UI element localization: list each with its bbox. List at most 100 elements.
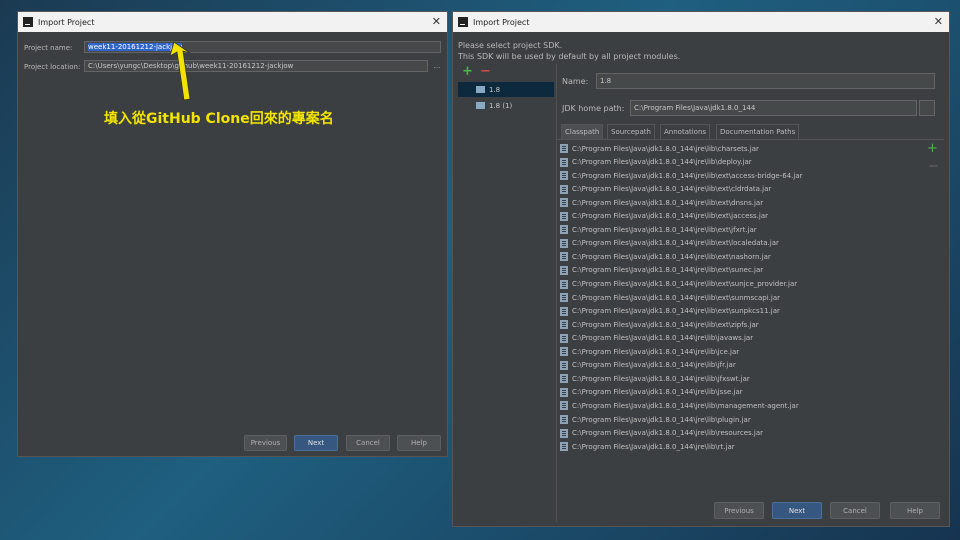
jar-icon xyxy=(560,347,568,357)
classpath-path: C:\Program Files\Java\jdk1.8.0_144\jre\l… xyxy=(572,266,764,275)
left-help-button[interactable]: Help xyxy=(397,435,441,451)
project-location-label: Project location: xyxy=(24,63,81,71)
remove-classpath-icon[interactable]: − xyxy=(928,159,939,174)
classpath-path: C:\Program Files\Java\jdk1.8.0_144\jre\l… xyxy=(572,429,763,438)
classpath-path: C:\Program Files\Java\jdk1.8.0_144\jre\l… xyxy=(572,252,771,261)
project-name-label: Project name: xyxy=(24,44,73,52)
sdk-list-label: 1.8 (1) xyxy=(489,101,513,110)
classpath-item[interactable]: C:\Program Files\Java\jdk1.8.0_144\jre\l… xyxy=(560,440,735,453)
jar-icon xyxy=(560,279,568,289)
annotation-arrow-icon xyxy=(169,41,191,101)
sdk-instruction-line2: This SDK will be used by default by all … xyxy=(458,52,681,61)
folder-icon xyxy=(476,102,485,109)
right-help-button[interactable]: Help xyxy=(890,502,940,519)
classpath-path: C:\Program Files\Java\jdk1.8.0_144\jre\l… xyxy=(572,347,740,356)
right-previous-button[interactable]: Previous xyxy=(714,502,764,519)
classpath-item[interactable]: C:\Program Files\Java\jdk1.8.0_144\jre\l… xyxy=(560,413,751,426)
jar-icon xyxy=(560,252,568,262)
classpath-item[interactable]: C:\Program Files\Java\jdk1.8.0_144\jre\l… xyxy=(560,278,797,291)
right-title-bar: Import Project ✕ xyxy=(453,12,949,32)
tab-classpath[interactable]: Classpath xyxy=(561,124,604,139)
jar-icon xyxy=(560,360,568,370)
classpath-item[interactable]: C:\Program Files\Java\jdk1.8.0_144\jre\l… xyxy=(560,142,759,155)
classpath-path: C:\Program Files\Java\jdk1.8.0_144\jre\l… xyxy=(572,307,780,316)
classpath-item[interactable]: C:\Program Files\Java\jdk1.8.0_144\jre\l… xyxy=(560,183,771,196)
classpath-item[interactable]: C:\Program Files\Java\jdk1.8.0_144\jre\l… xyxy=(560,399,799,412)
project-location-input[interactable]: C:\Users\yungc\Desktop\github\week11-201… xyxy=(84,60,428,72)
classpath-item[interactable]: C:\Program Files\Java\jdk1.8.0_144\jre\l… xyxy=(560,345,739,358)
classpath-path: C:\Program Files\Java\jdk1.8.0_144\jre\l… xyxy=(572,185,772,194)
left-title-bar: Import Project ✕ xyxy=(18,12,447,32)
tab-sourcepath[interactable]: Sourcepath xyxy=(607,124,655,139)
left-cancel-button[interactable]: Cancel xyxy=(346,435,390,451)
remove-sdk-icon[interactable]: − xyxy=(480,64,491,79)
classpath-item[interactable]: C:\Program Files\Java\jdk1.8.0_144\jre\l… xyxy=(560,372,750,385)
classpath-path: C:\Program Files\Java\jdk1.8.0_144\jre\l… xyxy=(572,374,750,383)
classpath-path: C:\Program Files\Java\jdk1.8.0_144\jre\l… xyxy=(572,334,754,343)
jar-icon xyxy=(560,157,568,167)
sdk-list-label: 1.8 xyxy=(489,85,501,94)
jar-icon xyxy=(560,198,568,208)
classpath-item[interactable]: C:\Program Files\Java\jdk1.8.0_144\jre\l… xyxy=(560,359,736,372)
classpath-item[interactable]: C:\Program Files\Java\jdk1.8.0_144\jre\l… xyxy=(560,196,763,209)
classpath-item[interactable]: C:\Program Files\Java\jdk1.8.0_144\jre\l… xyxy=(560,318,759,331)
sdk-list-item[interactable]: 1.8 (1) xyxy=(458,98,554,113)
jdk-browse-button[interactable] xyxy=(919,100,935,116)
folder-icon xyxy=(476,86,485,93)
classpath-item[interactable]: C:\Program Files\Java\jdk1.8.0_144\jre\l… xyxy=(560,250,771,263)
jar-icon xyxy=(560,374,568,384)
classpath-item[interactable]: C:\Program Files\Java\jdk1.8.0_144\jre\l… xyxy=(560,264,763,277)
sdk-instruction-line1: Please select project SDK. xyxy=(458,41,563,50)
classpath-item[interactable]: C:\Program Files\Java\jdk1.8.0_144\jre\l… xyxy=(560,210,768,223)
right-dialog-title: Import Project xyxy=(473,17,530,27)
classpath-item[interactable]: C:\Program Files\Java\jdk1.8.0_144\jre\l… xyxy=(560,386,743,399)
classpath-item[interactable]: C:\Program Files\Java\jdk1.8.0_144\jre\l… xyxy=(560,427,763,440)
classpath-item[interactable]: C:\Program Files\Java\jdk1.8.0_144\jre\l… xyxy=(560,332,753,345)
add-sdk-icon[interactable]: + xyxy=(462,64,473,79)
jar-icon xyxy=(560,265,568,275)
intellij-logo-icon xyxy=(23,17,33,27)
classpath-item[interactable]: C:\Program Files\Java\jdk1.8.0_144\jre\l… xyxy=(560,237,779,250)
tab-documentation-paths[interactable]: Documentation Paths xyxy=(716,124,800,139)
classpath-path: C:\Program Files\Java\jdk1.8.0_144\jre\l… xyxy=(572,320,759,329)
jar-icon xyxy=(560,320,568,330)
left-previous-button[interactable]: Previous xyxy=(244,435,287,451)
right-next-button[interactable]: Next xyxy=(772,502,822,519)
project-name-input[interactable]: week11-20161212-jackjow xyxy=(84,41,441,53)
jar-icon xyxy=(560,171,568,181)
sdk-name-input[interactable]: 1.8 xyxy=(596,73,935,89)
right-cancel-button[interactable]: Cancel xyxy=(830,502,880,519)
browse-button[interactable]: ... xyxy=(430,60,444,72)
jar-icon xyxy=(560,184,568,194)
annotation-text: 填入從GitHub Clone回來的專案名 xyxy=(104,111,334,127)
classpath-item[interactable]: C:\Program Files\Java\jdk1.8.0_144\jre\l… xyxy=(560,223,757,236)
tab-annotations[interactable]: Annotations xyxy=(660,124,711,139)
jdk-home-path-input[interactable]: C:\Program Files\Java\jdk1.8.0_144 xyxy=(630,100,917,116)
add-classpath-icon[interactable]: + xyxy=(927,141,938,156)
jar-icon xyxy=(560,428,568,438)
jar-icon xyxy=(560,293,568,303)
classpath-path: C:\Program Files\Java\jdk1.8.0_144\jre\l… xyxy=(572,361,736,370)
intellij-logo-icon xyxy=(458,17,468,27)
classpath-path: C:\Program Files\Java\jdk1.8.0_144\jre\l… xyxy=(572,171,803,180)
left-import-dialog: Import Project ✕ xyxy=(17,11,448,457)
left-dialog-title: Import Project xyxy=(38,17,95,27)
classpath-path: C:\Program Files\Java\jdk1.8.0_144\jre\l… xyxy=(572,293,781,302)
classpath-item[interactable]: C:\Program Files\Java\jdk1.8.0_144\jre\l… xyxy=(560,291,780,304)
classpath-path: C:\Program Files\Java\jdk1.8.0_144\jre\l… xyxy=(572,198,764,207)
jdk-home-path-label: JDK home path: xyxy=(562,104,625,113)
close-icon[interactable]: ✕ xyxy=(432,15,441,28)
classpath-item[interactable]: C:\Program Files\Java\jdk1.8.0_144\jre\l… xyxy=(560,156,752,169)
sdk-list-item[interactable]: 1.8 xyxy=(458,82,554,97)
jar-icon xyxy=(560,401,568,411)
close-icon[interactable]: ✕ xyxy=(934,15,943,28)
classpath-path: C:\Program Files\Java\jdk1.8.0_144\jre\l… xyxy=(572,239,779,248)
classpath-item[interactable]: C:\Program Files\Java\jdk1.8.0_144\jre\l… xyxy=(560,305,780,318)
sdk-name-label: Name: xyxy=(562,77,589,86)
jar-icon xyxy=(560,387,568,397)
jar-icon xyxy=(560,306,568,316)
classpath-path: C:\Program Files\Java\jdk1.8.0_144\jre\l… xyxy=(572,225,757,234)
classpath-item[interactable]: C:\Program Files\Java\jdk1.8.0_144\jre\l… xyxy=(560,169,803,182)
classpath-path: C:\Program Files\Java\jdk1.8.0_144\jre\l… xyxy=(572,415,751,424)
left-next-button[interactable]: Next xyxy=(294,435,338,451)
